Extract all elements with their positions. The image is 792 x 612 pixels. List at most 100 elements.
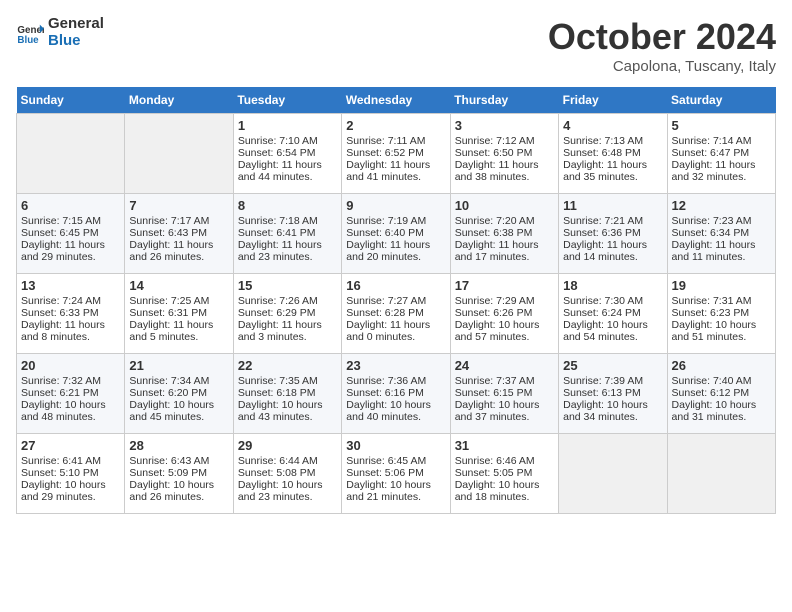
table-row: 21 Sunrise: 7:34 AM Sunset: 6:20 PM Dayl… bbox=[125, 354, 233, 434]
day-number: 13 bbox=[21, 278, 120, 293]
day-number: 10 bbox=[455, 198, 554, 213]
sunrise-text: Sunrise: 7:10 AM bbox=[238, 135, 318, 147]
day-number: 5 bbox=[672, 118, 771, 133]
table-row: 9 Sunrise: 7:19 AM Sunset: 6:40 PM Dayli… bbox=[342, 194, 450, 274]
calendar-week-row: 20 Sunrise: 7:32 AM Sunset: 6:21 PM Dayl… bbox=[17, 354, 776, 434]
sunset-text: Sunset: 6:21 PM bbox=[21, 387, 99, 399]
header-thursday: Thursday bbox=[450, 87, 558, 114]
logo-icon: General Blue bbox=[16, 19, 44, 47]
sunrise-text: Sunrise: 7:37 AM bbox=[455, 375, 535, 387]
sunrise-text: Sunrise: 7:34 AM bbox=[129, 375, 209, 387]
sunrise-text: Sunrise: 7:30 AM bbox=[563, 295, 643, 307]
sunset-text: Sunset: 5:05 PM bbox=[455, 467, 533, 479]
day-number: 30 bbox=[346, 438, 445, 453]
sunrise-text: Sunrise: 7:29 AM bbox=[455, 295, 535, 307]
day-number: 28 bbox=[129, 438, 228, 453]
sunrise-text: Sunrise: 6:44 AM bbox=[238, 455, 318, 467]
table-row bbox=[125, 114, 233, 194]
header-sunday: Sunday bbox=[17, 87, 125, 114]
table-row: 4 Sunrise: 7:13 AM Sunset: 6:48 PM Dayli… bbox=[559, 114, 667, 194]
sunset-text: Sunset: 5:06 PM bbox=[346, 467, 424, 479]
header-monday: Monday bbox=[125, 87, 233, 114]
daylight-text: Daylight: 10 hours and 48 minutes. bbox=[21, 399, 106, 423]
sunrise-text: Sunrise: 7:31 AM bbox=[672, 295, 752, 307]
daylight-text: Daylight: 11 hours and 3 minutes. bbox=[238, 319, 322, 343]
sunset-text: Sunset: 6:20 PM bbox=[129, 387, 207, 399]
daylight-text: Daylight: 11 hours and 14 minutes. bbox=[563, 239, 647, 263]
header-wednesday: Wednesday bbox=[342, 87, 450, 114]
sunset-text: Sunset: 6:54 PM bbox=[238, 147, 316, 159]
daylight-text: Daylight: 11 hours and 11 minutes. bbox=[672, 239, 756, 263]
table-row bbox=[17, 114, 125, 194]
sunset-text: Sunset: 6:24 PM bbox=[563, 307, 641, 319]
day-number: 1 bbox=[238, 118, 337, 133]
sunset-text: Sunset: 6:12 PM bbox=[672, 387, 750, 399]
table-row: 24 Sunrise: 7:37 AM Sunset: 6:15 PM Dayl… bbox=[450, 354, 558, 434]
daylight-text: Daylight: 10 hours and 23 minutes. bbox=[238, 479, 323, 503]
daylight-text: Daylight: 10 hours and 37 minutes. bbox=[455, 399, 540, 423]
sunset-text: Sunset: 6:15 PM bbox=[455, 387, 533, 399]
table-row: 7 Sunrise: 7:17 AM Sunset: 6:43 PM Dayli… bbox=[125, 194, 233, 274]
daylight-text: Daylight: 11 hours and 32 minutes. bbox=[672, 159, 756, 183]
table-row: 16 Sunrise: 7:27 AM Sunset: 6:28 PM Dayl… bbox=[342, 274, 450, 354]
sunset-text: Sunset: 6:48 PM bbox=[563, 147, 641, 159]
daylight-text: Daylight: 10 hours and 31 minutes. bbox=[672, 399, 757, 423]
daylight-text: Daylight: 10 hours and 43 minutes. bbox=[238, 399, 323, 423]
header-friday: Friday bbox=[559, 87, 667, 114]
sunset-text: Sunset: 6:34 PM bbox=[672, 227, 750, 239]
daylight-text: Daylight: 10 hours and 51 minutes. bbox=[672, 319, 757, 343]
daylight-text: Daylight: 11 hours and 35 minutes. bbox=[563, 159, 647, 183]
sunrise-text: Sunrise: 7:21 AM bbox=[563, 215, 643, 227]
daylight-text: Daylight: 11 hours and 20 minutes. bbox=[346, 239, 430, 263]
svg-text:Blue: Blue bbox=[17, 34, 39, 45]
table-row: 31 Sunrise: 6:46 AM Sunset: 5:05 PM Dayl… bbox=[450, 434, 558, 514]
daylight-text: Daylight: 10 hours and 26 minutes. bbox=[129, 479, 214, 503]
sunset-text: Sunset: 6:52 PM bbox=[346, 147, 424, 159]
daylight-text: Daylight: 11 hours and 17 minutes. bbox=[455, 239, 539, 263]
sunrise-text: Sunrise: 7:36 AM bbox=[346, 375, 426, 387]
table-row: 8 Sunrise: 7:18 AM Sunset: 6:41 PM Dayli… bbox=[233, 194, 341, 274]
sunset-text: Sunset: 6:50 PM bbox=[455, 147, 533, 159]
sunset-text: Sunset: 6:16 PM bbox=[346, 387, 424, 399]
sunrise-text: Sunrise: 7:18 AM bbox=[238, 215, 318, 227]
daylight-text: Daylight: 11 hours and 8 minutes. bbox=[21, 319, 105, 343]
logo-line1: General bbox=[48, 16, 104, 33]
sunset-text: Sunset: 5:09 PM bbox=[129, 467, 207, 479]
month-title: October 2024 bbox=[548, 16, 776, 58]
daylight-text: Daylight: 10 hours and 57 minutes. bbox=[455, 319, 540, 343]
calendar-table: Sunday Monday Tuesday Wednesday Thursday… bbox=[16, 87, 776, 514]
day-number: 17 bbox=[455, 278, 554, 293]
table-row: 1 Sunrise: 7:10 AM Sunset: 6:54 PM Dayli… bbox=[233, 114, 341, 194]
day-number: 2 bbox=[346, 118, 445, 133]
table-row: 26 Sunrise: 7:40 AM Sunset: 6:12 PM Dayl… bbox=[667, 354, 775, 434]
day-number: 27 bbox=[21, 438, 120, 453]
daylight-text: Daylight: 11 hours and 38 minutes. bbox=[455, 159, 539, 183]
page-header: General Blue General Blue October 2024 C… bbox=[16, 16, 776, 75]
sunset-text: Sunset: 6:31 PM bbox=[129, 307, 207, 319]
sunrise-text: Sunrise: 6:41 AM bbox=[21, 455, 101, 467]
daylight-text: Daylight: 10 hours and 45 minutes. bbox=[129, 399, 214, 423]
daylight-text: Daylight: 10 hours and 54 minutes. bbox=[563, 319, 648, 343]
sunset-text: Sunset: 6:13 PM bbox=[563, 387, 641, 399]
table-row: 30 Sunrise: 6:45 AM Sunset: 5:06 PM Dayl… bbox=[342, 434, 450, 514]
daylight-text: Daylight: 10 hours and 21 minutes. bbox=[346, 479, 431, 503]
sunset-text: Sunset: 6:18 PM bbox=[238, 387, 316, 399]
sunset-text: Sunset: 6:40 PM bbox=[346, 227, 424, 239]
sunset-text: Sunset: 6:47 PM bbox=[672, 147, 750, 159]
table-row: 12 Sunrise: 7:23 AM Sunset: 6:34 PM Dayl… bbox=[667, 194, 775, 274]
day-number: 3 bbox=[455, 118, 554, 133]
day-number: 4 bbox=[563, 118, 662, 133]
table-row: 29 Sunrise: 6:44 AM Sunset: 5:08 PM Dayl… bbox=[233, 434, 341, 514]
sunset-text: Sunset: 5:08 PM bbox=[238, 467, 316, 479]
sunrise-text: Sunrise: 6:43 AM bbox=[129, 455, 209, 467]
title-block: October 2024 Capolona, Tuscany, Italy bbox=[548, 16, 776, 75]
sunrise-text: Sunrise: 7:13 AM bbox=[563, 135, 643, 147]
sunrise-text: Sunrise: 7:35 AM bbox=[238, 375, 318, 387]
sunrise-text: Sunrise: 7:15 AM bbox=[21, 215, 101, 227]
table-row: 2 Sunrise: 7:11 AM Sunset: 6:52 PM Dayli… bbox=[342, 114, 450, 194]
sunset-text: Sunset: 6:26 PM bbox=[455, 307, 533, 319]
calendar-week-row: 13 Sunrise: 7:24 AM Sunset: 6:33 PM Dayl… bbox=[17, 274, 776, 354]
calendar-week-row: 6 Sunrise: 7:15 AM Sunset: 6:45 PM Dayli… bbox=[17, 194, 776, 274]
calendar-week-row: 1 Sunrise: 7:10 AM Sunset: 6:54 PM Dayli… bbox=[17, 114, 776, 194]
sunrise-text: Sunrise: 7:14 AM bbox=[672, 135, 752, 147]
